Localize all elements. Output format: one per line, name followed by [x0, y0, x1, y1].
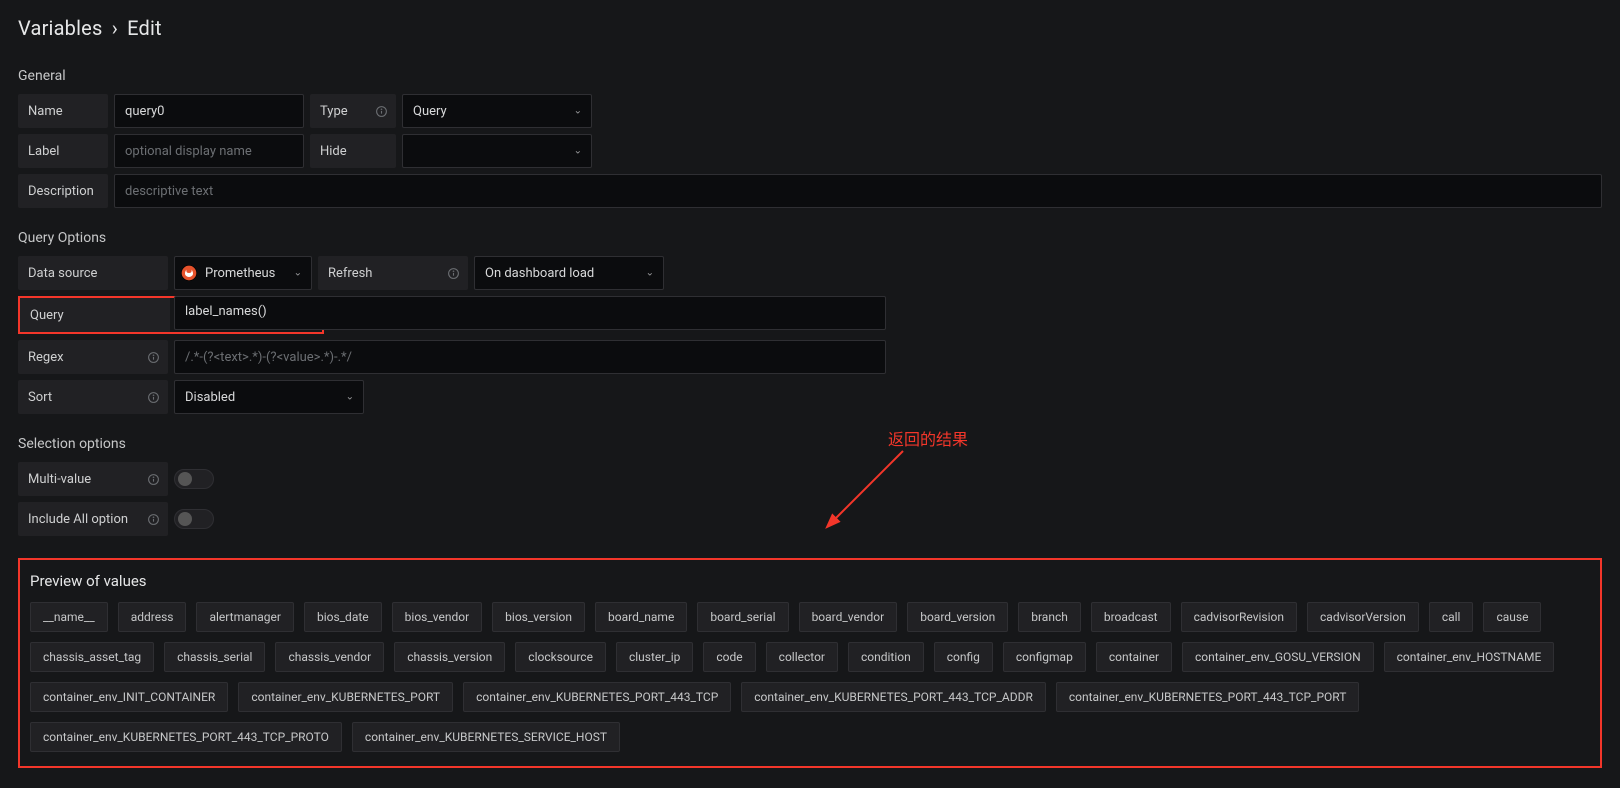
preview-chip: cadvisorRevision — [1181, 602, 1297, 632]
info-icon[interactable] — [146, 350, 160, 364]
preview-chip: chassis_asset_tag — [30, 642, 154, 672]
preview-chip: board_serial — [697, 602, 788, 632]
preview-chip: container_env_GOSU_VERSION — [1182, 642, 1374, 672]
preview-chip: board_vendor — [799, 602, 898, 632]
name-input[interactable] — [114, 94, 304, 128]
section-general: General Name Type Query ⌄ Label Hide ⌄ D… — [18, 68, 1602, 208]
regex-input[interactable] — [174, 340, 886, 374]
preview-chip: container — [1096, 642, 1172, 672]
label-hide: Hide — [310, 134, 396, 168]
info-icon[interactable] — [446, 266, 460, 280]
datasource-select[interactable]: Prometheus — [174, 256, 312, 290]
preview-chip: board_name — [595, 602, 687, 632]
preview-chip: bios_vendor — [392, 602, 483, 632]
preview-title: Preview of values — [30, 572, 1590, 590]
query-input[interactable]: label_names() — [174, 296, 886, 330]
preview-chip: container_env_HOSTNAME — [1384, 642, 1555, 672]
hide-select[interactable] — [402, 134, 592, 168]
preview-chip: container_env_KUBERNETES_PORT_443_TCP — [463, 682, 731, 712]
preview-chip: collector — [766, 642, 838, 672]
section-selection-options: Selection options Multi-value Include Al… — [18, 436, 1602, 536]
page-title: Variables › Edit — [18, 16, 1602, 40]
preview-chip: chassis_version — [394, 642, 505, 672]
sort-select[interactable]: Disabled — [174, 380, 364, 414]
label-sort: Sort — [18, 380, 168, 414]
include-all-toggle[interactable] — [174, 509, 214, 529]
preview-chip: condition — [848, 642, 924, 672]
preview-chip: bios_version — [492, 602, 585, 632]
preview-chip: container_env_KUBERNETES_SERVICE_HOST — [352, 722, 620, 752]
type-select[interactable]: Query — [402, 94, 592, 128]
preview-chips-container: __name__ address alertmanager bios_date bios… — [30, 602, 1590, 752]
preview-chip: branch — [1018, 602, 1081, 632]
breadcrumb-edit: Edit — [127, 16, 162, 40]
arrow-icon — [808, 446, 928, 546]
preview-chip: cause — [1483, 602, 1541, 632]
section-title-query-options: Query Options — [18, 230, 1602, 246]
preview-chip: container_env_INIT_CONTAINER — [30, 682, 228, 712]
preview-chip: alertmanager — [196, 602, 293, 632]
preview-chip: code — [703, 642, 755, 672]
preview-chip: chassis_serial — [164, 642, 265, 672]
label-type: Type — [310, 94, 396, 128]
breadcrumb-variables[interactable]: Variables — [18, 16, 103, 40]
preview-chip: bios_date — [304, 602, 382, 632]
info-icon[interactable] — [146, 512, 160, 526]
info-icon[interactable] — [146, 472, 160, 486]
refresh-select[interactable]: On dashboard load — [474, 256, 664, 290]
info-icon[interactable] — [374, 104, 388, 118]
label-refresh: Refresh — [318, 256, 468, 290]
preview-chip: call — [1429, 602, 1474, 632]
label-include-all: Include All option — [18, 502, 168, 536]
label-query: Query — [20, 298, 170, 332]
label-description: Description — [18, 174, 108, 208]
preview-chip: container_env_KUBERNETES_PORT_443_TCP_PO… — [1056, 682, 1360, 712]
label-label: Label — [18, 134, 108, 168]
preview-box: Preview of values __name__ address alertma… — [18, 558, 1602, 768]
preview-chip: clocksource — [515, 642, 606, 672]
preview-chip: container_env_KUBERNETES_PORT_443_TCP_AD… — [741, 682, 1046, 712]
info-icon[interactable] — [146, 390, 160, 404]
preview-chip: chassis_vendor — [275, 642, 384, 672]
preview-chip: config — [934, 642, 993, 672]
preview-chip: container_env_KUBERNETES_PORT — [238, 682, 453, 712]
label-input[interactable] — [114, 134, 304, 168]
multi-value-toggle[interactable] — [174, 469, 214, 489]
preview-chip: address — [118, 602, 187, 632]
preview-chip: container_env_KUBERNETES_PORT_443_TCP_PR… — [30, 722, 342, 752]
label-name: Name — [18, 94, 108, 128]
section-query-options: Query Options Data source Prometheus ⌄ R… — [18, 230, 1602, 414]
label-datasource: Data source — [18, 256, 168, 290]
preview-chip: board_version — [907, 602, 1008, 632]
label-regex: Regex — [18, 340, 168, 374]
preview-chip: broadcast — [1091, 602, 1171, 632]
section-title-general: General — [18, 68, 1602, 84]
description-input[interactable] — [114, 174, 1602, 208]
preview-chip: cluster_ip — [616, 642, 693, 672]
preview-chip: configmap — [1003, 642, 1086, 672]
preview-chip: cadvisorVersion — [1307, 602, 1419, 632]
preview-chip: __name__ — [30, 602, 108, 632]
label-multi-value: Multi-value — [18, 462, 168, 496]
breadcrumb-separator: › — [112, 16, 118, 40]
